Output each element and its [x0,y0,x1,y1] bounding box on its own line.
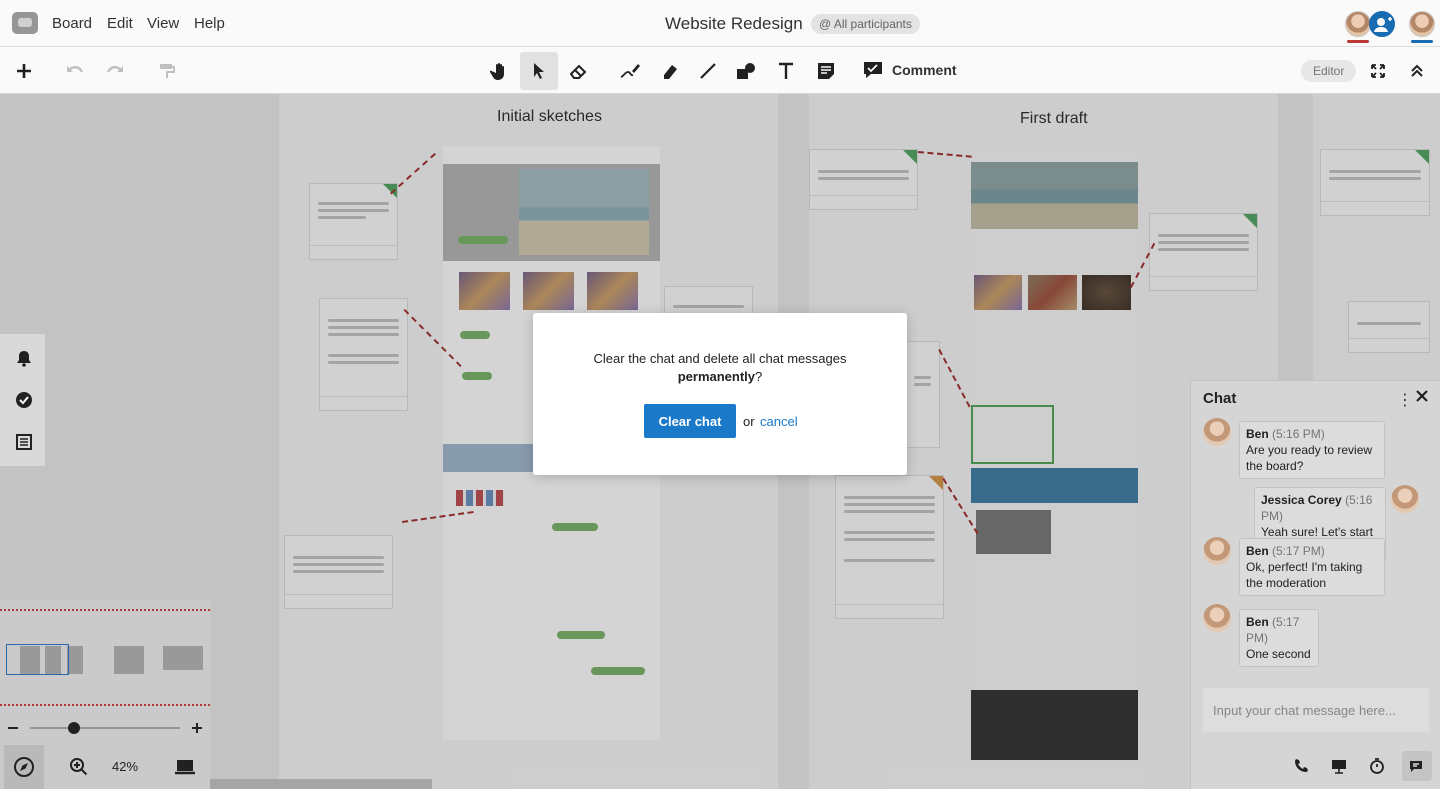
clear-chat-button[interactable]: Clear chat [644,404,736,438]
dialog-or-label: or [743,414,755,429]
dialog-message-emphasis: permanently [677,369,756,384]
cancel-link[interactable]: cancel [760,414,798,429]
dialog-message-prefix: Clear the chat and delete all chat messa… [593,351,847,366]
dialog-message: Clear the chat and delete all chat messa… [553,350,887,386]
dialog-message-suffix: ? [755,369,763,384]
clear-chat-dialog: Clear the chat and delete all chat messa… [533,313,907,475]
